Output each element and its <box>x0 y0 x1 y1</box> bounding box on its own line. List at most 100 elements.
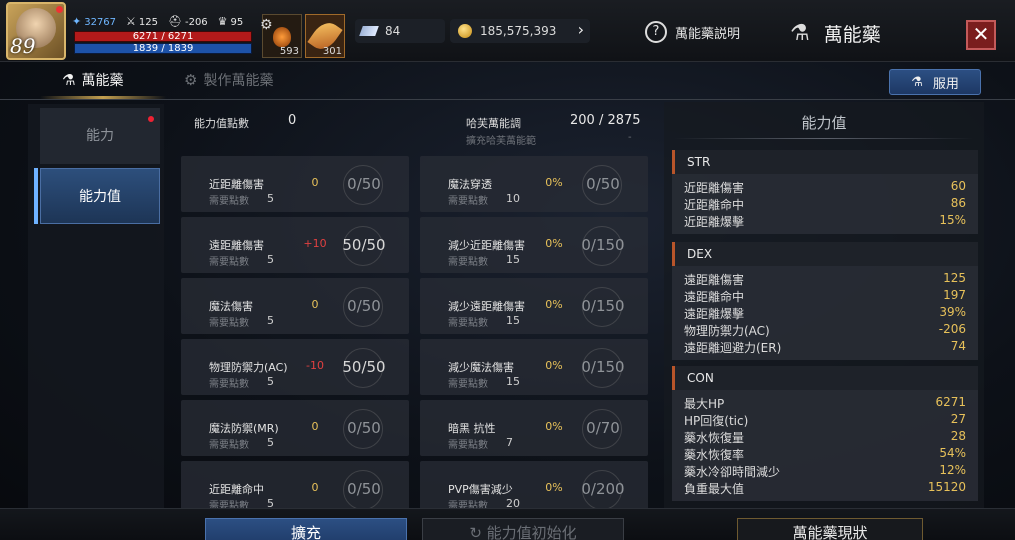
stat-name: 暗黑 抗性 <box>448 422 496 435</box>
stat-card[interactable]: 減少魔法傷害 需要點數 15 0% 0/150 <box>420 339 648 395</box>
potion-icon <box>273 27 291 47</box>
stat-level: 50/50 <box>342 358 386 376</box>
stat-name: 減少遠距離傷害 <box>448 300 525 313</box>
panel-divider <box>674 138 974 139</box>
item-slot[interactable]: 301 <box>305 14 345 58</box>
stat-row-label: 負重最大值 <box>684 482 745 496</box>
stat-card[interactable]: 暗黑 抗性 需要點數 7 0% 0/70 <box>420 400 648 456</box>
stat-card[interactable]: 遠距離傷害 需要點數 5 +10 50/50 <box>181 217 409 273</box>
stat-row: 藥水冷卻時間減少 12% <box>672 463 978 480</box>
gold-amount: 185,575,393 <box>480 24 557 38</box>
stat-card[interactable]: 魔法防禦(MR) 需要點數 5 0 0/50 <box>181 400 409 456</box>
required-points-label: 需要點數 <box>209 196 249 207</box>
stat-name: 近距離命中 <box>209 483 264 496</box>
required-points-value: 5 <box>267 436 274 449</box>
stat-row-label: 近距離命中 <box>684 198 745 212</box>
question-icon: ? <box>645 21 667 43</box>
stat-card[interactable]: PVP傷害減少 需要點數 20 0% 0/200 <box>420 461 648 508</box>
required-points-value: 20 <box>506 497 520 508</box>
stat-level: 0/150 <box>581 297 625 315</box>
stat-card[interactable]: 近距離命中 需要點數 5 0 0/50 <box>181 461 409 508</box>
stat-row-label: 藥水恢復量 <box>684 431 745 445</box>
use-button-label: 服用 <box>932 76 959 92</box>
required-points-label: 需要點數 <box>209 440 249 451</box>
required-points-label: 需要點數 <box>209 257 249 268</box>
nav-ability-value-label: 能力值 <box>79 189 121 205</box>
stat-level: 0/50 <box>347 419 381 437</box>
stat-row-value: 6271 <box>935 395 966 409</box>
craft-tab-icon: ⚙ <box>184 71 198 89</box>
nav-ability-value[interactable]: 能力值 <box>40 168 160 224</box>
tab-craft-elixir[interactable]: ⚙ 製作萬能藥 <box>184 70 273 90</box>
stat-row-label: 遠距離命中 <box>684 290 745 304</box>
gear-icon[interactable]: ⚙ <box>260 17 273 33</box>
help-label: 萬能藥説明 <box>675 26 741 42</box>
expand-button[interactable]: 擴充 <box>205 518 407 540</box>
stat-row-label: HP回復(tic) <box>684 414 749 428</box>
required-points-value: 15 <box>506 314 520 327</box>
stat-row-label: 物理防禦力(AC) <box>684 324 770 338</box>
required-points-value: 15 <box>506 253 520 266</box>
character-stats: ✦ 32767 ⚔ 125 ⛑ -206 ♛ 95 <box>72 15 243 28</box>
notification-dot <box>148 116 154 122</box>
tab-elixir[interactable]: ⚗ 萬能藥 <box>62 70 123 90</box>
helmet-icon: ⛑ <box>168 15 182 28</box>
required-points-value: 10 <box>506 192 520 205</box>
stat-name: 遠距離傷害 <box>209 239 264 252</box>
elixir-icon: ⚗ <box>790 21 810 46</box>
stat-row-label: 近距離傷害 <box>684 181 745 195</box>
stat-level: 0/150 <box>581 358 625 376</box>
required-points-value: 5 <box>267 314 274 327</box>
stat-group: STR 近距離傷害 60 近距離命中 86 近距離爆擊 15% <box>672 150 978 234</box>
elixir-status-button[interactable]: 萬能藥現狀 <box>737 518 923 540</box>
top-hud: 89 ✦ 32767 ⚔ 125 ⛑ -206 ♛ 95 6271 / 6271 183… <box>0 0 1015 62</box>
stat-b-value: 125 <box>138 17 158 28</box>
close-icon[interactable]: ✕ <box>966 20 996 50</box>
gold-currency[interactable]: 185,575,393 › <box>450 19 590 43</box>
stat-level: 0/70 <box>586 419 620 437</box>
stat-card[interactable]: 魔法穿透 需要點數 10 0% 0/50 <box>420 156 648 212</box>
required-points-value: 5 <box>267 497 274 508</box>
stat-row-value: 27 <box>950 412 966 426</box>
reset-stats-button[interactable]: ↻ 能力值初始化 <box>422 518 624 540</box>
required-points-label: 需要點數 <box>448 440 488 451</box>
stat-card[interactable]: 減少遠距離傷害 需要點數 15 0% 0/150 <box>420 278 648 334</box>
stat-card[interactable]: 減少近距離傷害 需要點數 15 0% 0/150 <box>420 217 648 273</box>
required-points-label: 需要點數 <box>209 501 249 508</box>
group-header: DEX <box>672 242 978 266</box>
stat-card[interactable]: 近距離傷害 需要點數 5 0 0/50 <box>181 156 409 212</box>
stat-row-label: 藥水冷卻時間減少 <box>684 465 781 479</box>
trophy-icon: ♛ <box>217 15 228 28</box>
diamond-amount: 84 <box>385 24 401 38</box>
help-button[interactable]: ? 萬能藥説明 <box>645 21 740 43</box>
chevron-right-icon[interactable]: › <box>578 20 584 39</box>
stat-name: 近距離傷害 <box>209 178 264 191</box>
tab-bar: ⚗ 萬能藥 ⚙ 製作萬能藥 <box>0 62 1015 100</box>
window-title: ⚗ 萬能藥 <box>790 20 881 47</box>
stat-card[interactable]: 魔法傷害 需要點數 5 0 0/50 <box>181 278 409 334</box>
hp-bar: 6271 / 6271 <box>74 31 252 42</box>
stat-card[interactable]: 物理防禦力(AC) 需要點數 5 -10 50/50 <box>181 339 409 395</box>
stat-level: 50/50 <box>342 236 386 254</box>
group-header: STR <box>672 150 978 174</box>
stat-name: PVP傷害減少 <box>448 483 513 496</box>
reset-icon: ↻ <box>469 524 487 540</box>
stat-name: 減少魔法傷害 <box>448 361 514 374</box>
stat-row-label: 遠距離傷害 <box>684 273 745 287</box>
stat-row-value: 15120 <box>927 480 966 494</box>
required-points-label: 需要點數 <box>448 318 488 329</box>
notification-dot <box>56 6 63 13</box>
use-button[interactable]: ⚗ 服用 <box>889 69 981 95</box>
bottom-bar: 擴充 ↻ 能力值初始化 萬能藥現狀 <box>0 508 1015 540</box>
stat-level: 0/50 <box>347 175 381 193</box>
stat-row-value: 60 <box>950 179 966 193</box>
required-points-label: 需要點數 <box>448 257 488 268</box>
character-level: 89 <box>10 34 36 58</box>
gold-coin-icon <box>458 24 472 38</box>
nav-ability[interactable]: 能力 <box>40 108 160 164</box>
stat-c: ⛑ -206 <box>168 15 208 28</box>
stat-level: 0/200 <box>581 480 625 498</box>
stat-d-value: 95 <box>230 17 244 28</box>
stat-row-value: 15% <box>939 213 966 227</box>
stat-cards-grid: 近距離傷害 需要點數 5 0 0/50 魔法穿透 需要點數 10 0% 0/50 遠距離傷害 需要點數… <box>181 156 651 508</box>
